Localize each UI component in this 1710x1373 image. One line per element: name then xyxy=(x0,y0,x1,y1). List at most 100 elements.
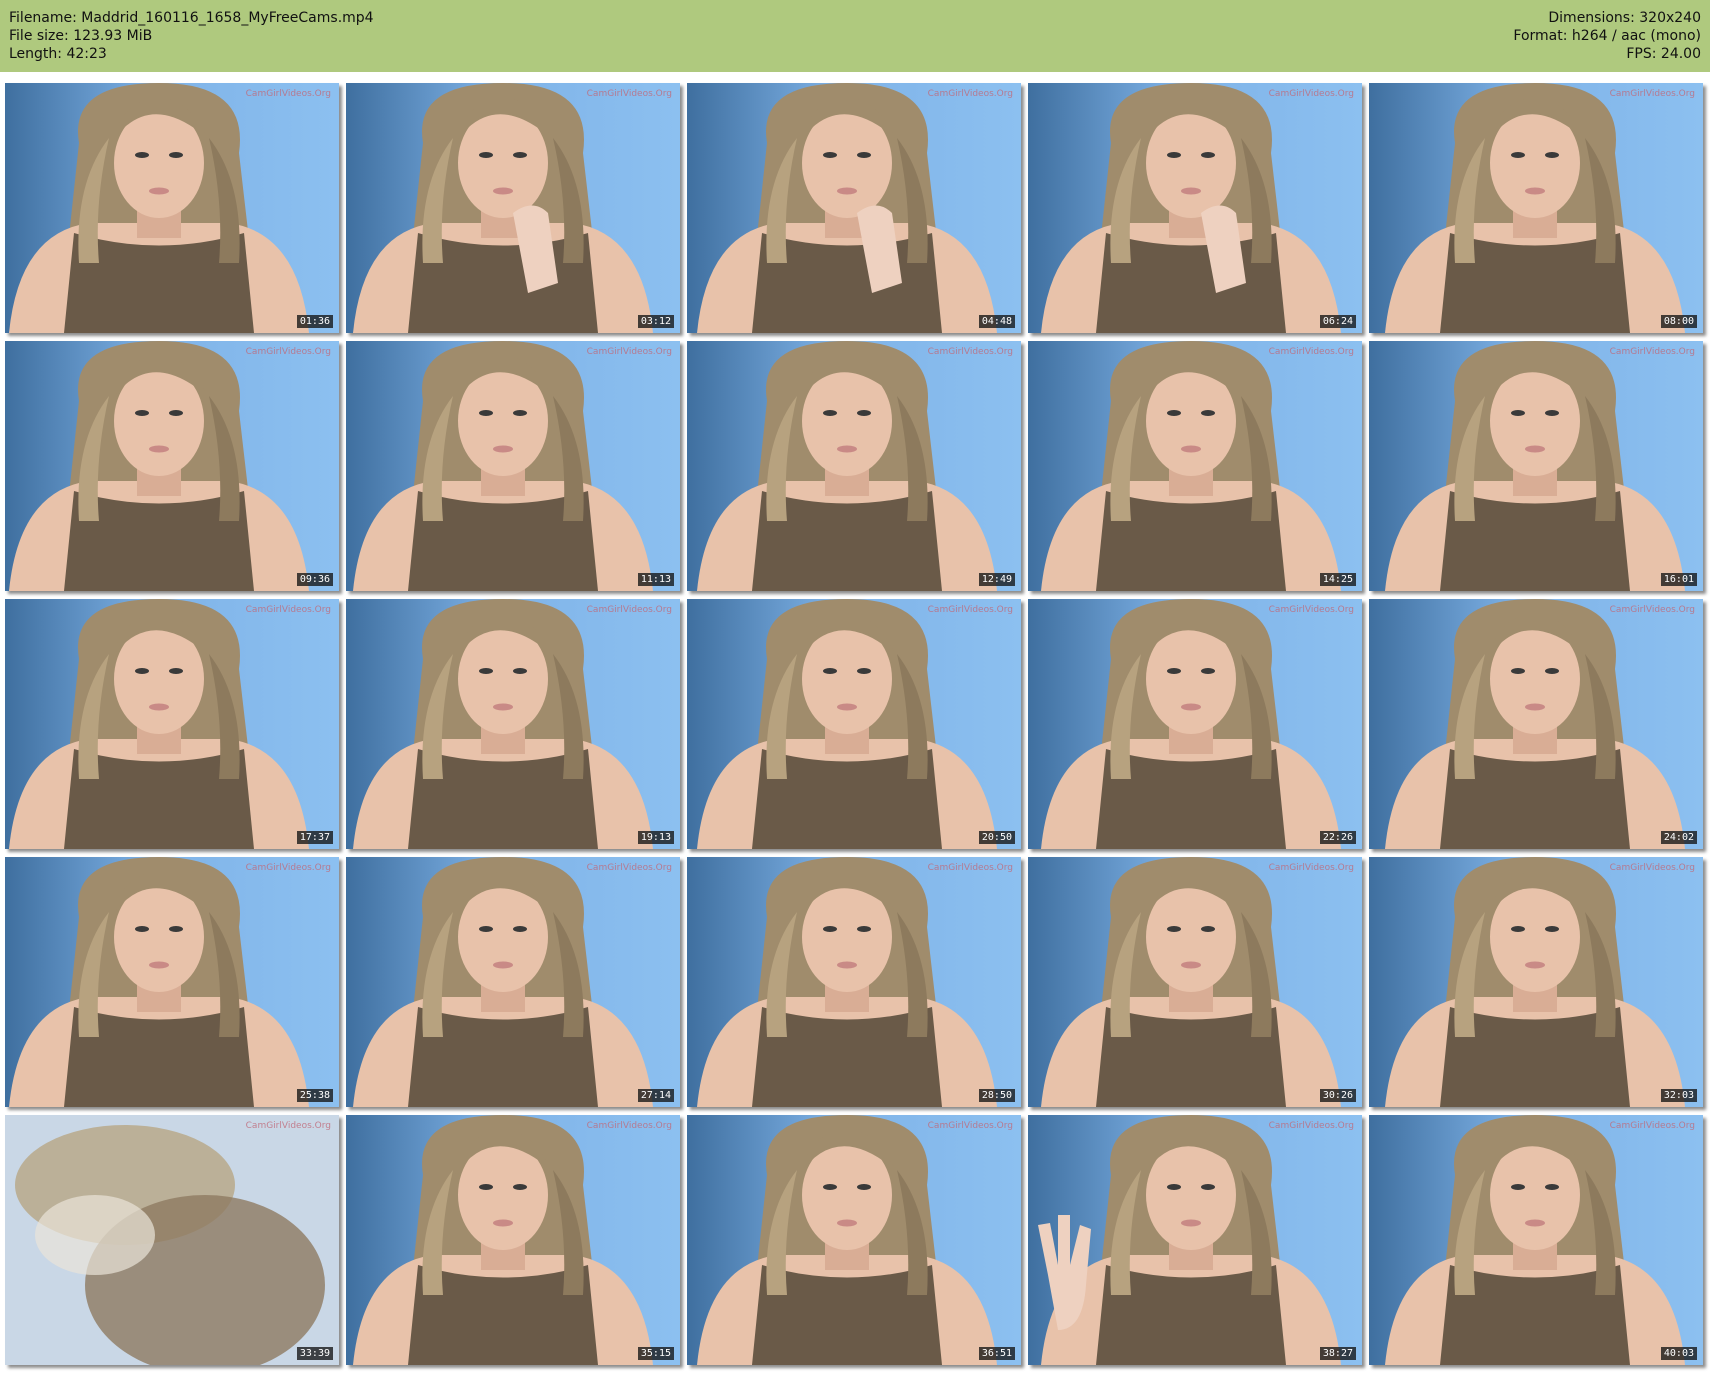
timestamp-label: 09:36 xyxy=(296,573,333,586)
watermark-text: CamGirlVideos.Org xyxy=(246,863,331,873)
frame-image: CamGirlVideos.Org xyxy=(1369,341,1703,591)
length-text: Length: 42:23 xyxy=(9,46,107,62)
timestamp-label: 06:24 xyxy=(1319,315,1356,328)
frame-image: CamGirlVideos.Org xyxy=(1369,1115,1703,1365)
frame-image: CamGirlVideos.Org xyxy=(1028,1115,1362,1365)
watermark-text: CamGirlVideos.Org xyxy=(928,347,1013,357)
watermark-text: CamGirlVideos.Org xyxy=(1610,605,1695,615)
frame-image: CamGirlVideos.Org xyxy=(346,341,680,591)
thumbnail-frame: CamGirlVideos.Org 08:00 xyxy=(1369,83,1703,333)
watermark-text: CamGirlVideos.Org xyxy=(928,89,1013,99)
timestamp-label: 03:12 xyxy=(637,315,674,328)
timestamp-label: 36:51 xyxy=(978,1347,1015,1360)
watermark-text: CamGirlVideos.Org xyxy=(928,1121,1013,1131)
watermark-text: CamGirlVideos.Org xyxy=(246,605,331,615)
thumbnail-frame: CamGirlVideos.Org 40:03 xyxy=(1369,1115,1703,1365)
timestamp-label: 11:13 xyxy=(637,573,674,586)
frame-image: CamGirlVideos.Org xyxy=(5,83,339,333)
frame-image: CamGirlVideos.Org xyxy=(5,599,339,849)
thumbnail-frame: CamGirlVideos.Org 36:51 xyxy=(687,1115,1021,1365)
watermark-text: CamGirlVideos.Org xyxy=(1610,89,1695,99)
thumbnail-frame: CamGirlVideos.Org 17:37 xyxy=(5,599,339,849)
thumbnail-frame: CamGirlVideos.Org 01:36 xyxy=(5,83,339,333)
thumbnail-frame: CamGirlVideos.Org 09:36 xyxy=(5,341,339,591)
info-header: Filename: Maddrid_160116_1658_MyFreeCams… xyxy=(0,0,1710,72)
frame-image: CamGirlVideos.Org xyxy=(1028,599,1362,849)
watermark-text: CamGirlVideos.Org xyxy=(928,863,1013,873)
watermark-text: CamGirlVideos.Org xyxy=(1610,1121,1695,1131)
watermark-text: CamGirlVideos.Org xyxy=(246,347,331,357)
media-info: Dimensions: 320x240 Format: h264 / aac (… xyxy=(1513,9,1701,63)
frame-image: CamGirlVideos.Org xyxy=(346,83,680,333)
timestamp-label: 30:26 xyxy=(1319,1089,1356,1102)
frame-image: CamGirlVideos.Org xyxy=(346,599,680,849)
thumbnail-frame: CamGirlVideos.Org 16:01 xyxy=(1369,341,1703,591)
timestamp-label: 27:14 xyxy=(637,1089,674,1102)
thumbnail-frame: CamGirlVideos.Org 14:25 xyxy=(1028,341,1362,591)
frame-image: CamGirlVideos.Org xyxy=(5,341,339,591)
timestamp-label: 28:50 xyxy=(978,1089,1015,1102)
timestamp-label: 01:36 xyxy=(296,315,333,328)
watermark-text: CamGirlVideos.Org xyxy=(1269,89,1354,99)
timestamp-label: 08:00 xyxy=(1660,315,1697,328)
watermark-text: CamGirlVideos.Org xyxy=(246,89,331,99)
thumbnail-frame: CamGirlVideos.Org 11:13 xyxy=(346,341,680,591)
frame-image: CamGirlVideos.Org xyxy=(687,341,1021,591)
thumbnail-frame: CamGirlVideos.Org 27:14 xyxy=(346,857,680,1107)
thumbnail-frame: CamGirlVideos.Org 22:26 xyxy=(1028,599,1362,849)
thumbnail-frame: CamGirlVideos.Org 03:12 xyxy=(346,83,680,333)
watermark-text: CamGirlVideos.Org xyxy=(587,1121,672,1131)
frame-image: CamGirlVideos.Org xyxy=(687,599,1021,849)
timestamp-label: 38:27 xyxy=(1319,1347,1356,1360)
filesize-text: File size: 123.93 MiB xyxy=(9,28,153,44)
frame-image: CamGirlVideos.Org xyxy=(1369,83,1703,333)
thumbnail-frame: CamGirlVideos.Org 38:27 xyxy=(1028,1115,1362,1365)
timestamp-label: 35:15 xyxy=(637,1347,674,1360)
timestamp-label: 04:48 xyxy=(978,315,1015,328)
watermark-text: CamGirlVideos.Org xyxy=(1269,605,1354,615)
timestamp-label: 19:13 xyxy=(637,831,674,844)
watermark-text: CamGirlVideos.Org xyxy=(1269,863,1354,873)
timestamp-label: 25:38 xyxy=(296,1089,333,1102)
frame-image: CamGirlVideos.Org xyxy=(346,1115,680,1365)
thumbnail-frame: CamGirlVideos.Org 04:48 xyxy=(687,83,1021,333)
thumbnail-grid: CamGirlVideos.Org 01:36 CamGirlVideos.Org 0… xyxy=(5,83,1703,1365)
timestamp-label: 12:49 xyxy=(978,573,1015,586)
dimensions-text: Dimensions: 320x240 xyxy=(1548,10,1701,26)
frame-image: CamGirlVideos.Org xyxy=(5,1115,339,1365)
thumbnail-frame: CamGirlVideos.Org 12:49 xyxy=(687,341,1021,591)
thumbnail-frame: CamGirlVideos.Org 30:26 xyxy=(1028,857,1362,1107)
thumbnail-frame: CamGirlVideos.Org 24:02 xyxy=(1369,599,1703,849)
file-info: Filename: Maddrid_160116_1658_MyFreeCams… xyxy=(9,9,374,63)
frame-image: CamGirlVideos.Org xyxy=(5,857,339,1107)
thumbnail-frame: CamGirlVideos.Org 35:15 xyxy=(346,1115,680,1365)
thumbnail-frame: CamGirlVideos.Org 19:13 xyxy=(346,599,680,849)
watermark-text: CamGirlVideos.Org xyxy=(1269,347,1354,357)
timestamp-label: 24:02 xyxy=(1660,831,1697,844)
frame-image: CamGirlVideos.Org xyxy=(346,857,680,1107)
timestamp-label: 33:39 xyxy=(296,1347,333,1360)
watermark-text: CamGirlVideos.Org xyxy=(587,347,672,357)
thumbnail-frame: CamGirlVideos.Org 20:50 xyxy=(687,599,1021,849)
frame-image: CamGirlVideos.Org xyxy=(1028,341,1362,591)
timestamp-label: 32:03 xyxy=(1660,1089,1697,1102)
thumbnail-frame: CamGirlVideos.Org 06:24 xyxy=(1028,83,1362,333)
watermark-text: CamGirlVideos.Org xyxy=(1610,347,1695,357)
frame-image: CamGirlVideos.Org xyxy=(1369,599,1703,849)
timestamp-label: 40:03 xyxy=(1660,1347,1697,1360)
timestamp-label: 22:26 xyxy=(1319,831,1356,844)
watermark-text: CamGirlVideos.Org xyxy=(1269,1121,1354,1131)
thumbnail-frame: CamGirlVideos.Org 25:38 xyxy=(5,857,339,1107)
thumbnail-frame: CamGirlVideos.Org 28:50 xyxy=(687,857,1021,1107)
timestamp-label: 16:01 xyxy=(1660,573,1697,586)
format-text: Format: h264 / aac (mono) xyxy=(1513,28,1701,44)
thumbnail-frame: CamGirlVideos.Org 33:39 xyxy=(5,1115,339,1365)
watermark-text: CamGirlVideos.Org xyxy=(246,1121,331,1131)
frame-image: CamGirlVideos.Org xyxy=(1369,857,1703,1107)
frame-image: CamGirlVideos.Org xyxy=(687,1115,1021,1365)
frame-image: CamGirlVideos.Org xyxy=(687,83,1021,333)
timestamp-label: 20:50 xyxy=(978,831,1015,844)
timestamp-label: 17:37 xyxy=(296,831,333,844)
frame-image: CamGirlVideos.Org xyxy=(1028,83,1362,333)
thumbnail-frame: CamGirlVideos.Org 32:03 xyxy=(1369,857,1703,1107)
